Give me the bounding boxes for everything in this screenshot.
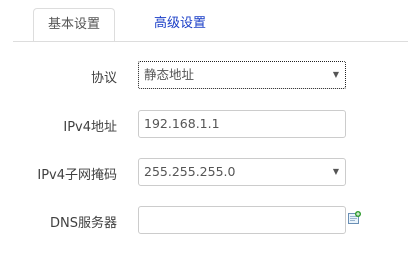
- ipv4-netmask-label: IPv4子网掩码: [37, 168, 117, 183]
- caret-down-icon: ▼: [332, 167, 339, 176]
- protocol-select-value: 静态地址: [144, 67, 195, 82]
- tab-advanced-settings[interactable]: 高级设置: [140, 8, 220, 42]
- dns-servers-label: DNS服务器: [50, 216, 117, 231]
- protocol-select[interactable]: 静态地址 ▼: [138, 61, 346, 89]
- tab-divider: [13, 41, 408, 42]
- tab-bar: 基本设置 高级设置: [0, 0, 408, 42]
- ipv4-netmask-select[interactable]: 255.255.255.0 ▼: [138, 158, 346, 186]
- ipv4-address-input[interactable]: 192.168.1.1: [138, 110, 346, 138]
- ipv4-address-label: IPv4地址: [63, 120, 117, 135]
- ipv4-address-value: 192.168.1.1: [144, 116, 220, 131]
- dns-servers-input[interactable]: [138, 206, 346, 234]
- protocol-label: 协议: [90, 71, 117, 86]
- caret-down-icon: ▼: [332, 70, 339, 79]
- tab-basic-settings[interactable]: 基本设置: [33, 8, 115, 42]
- add-entry-icon[interactable]: [348, 209, 361, 224]
- ipv4-netmask-value: 255.255.255.0: [144, 164, 236, 179]
